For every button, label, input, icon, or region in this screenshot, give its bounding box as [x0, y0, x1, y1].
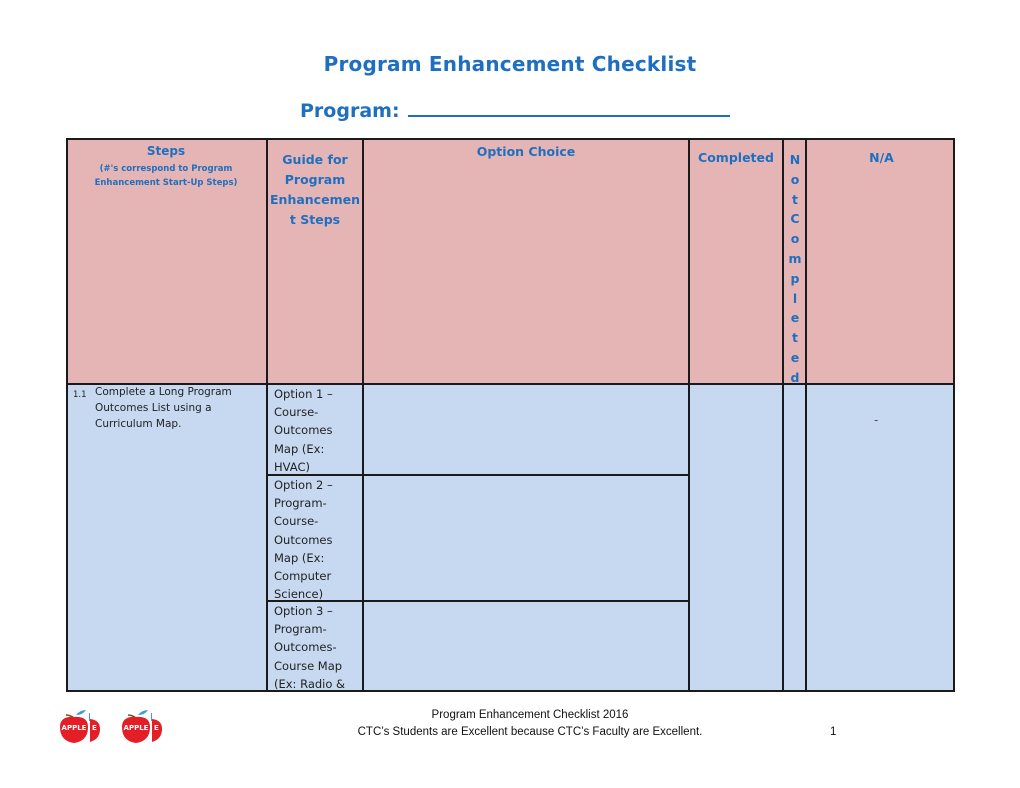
letter: o — [790, 231, 800, 247]
svg-text:E: E — [154, 724, 159, 732]
na-cell[interactable]: - — [874, 411, 878, 429]
header-completed: Completed — [698, 150, 774, 165]
letter: o — [790, 171, 800, 187]
option-line: Option 2 – — [274, 478, 333, 492]
option-line: Option 1 – — [274, 387, 333, 401]
program-label: Program: — [300, 100, 400, 122]
step-line: Outcomes List using a — [95, 402, 212, 414]
completed-cell[interactable] — [690, 385, 782, 690]
letter: l — [792, 290, 798, 306]
checklist-table: Steps (#'s correspond to Program Enhance… — [66, 138, 955, 692]
program-blank-input[interactable] — [407, 97, 730, 117]
guide-line: Enhancemen — [270, 192, 360, 207]
letter: e — [790, 349, 800, 365]
option-line: Program- — [274, 496, 327, 511]
svg-text:E: E — [92, 724, 97, 732]
option-line: Course Map — [274, 658, 343, 673]
option-line: Outcomes — [274, 423, 333, 438]
step-description: Complete a Long Program Outcomes List us… — [95, 384, 265, 432]
page-title: Program Enhancement Checklist — [323, 52, 697, 76]
option-line: HVAC) — [274, 459, 310, 474]
guide-line: Program — [284, 172, 346, 187]
step-number: 1.1 — [73, 390, 87, 400]
letter: e — [790, 310, 800, 326]
letter: N — [789, 152, 801, 167]
header-guide: Guide for Program Enhancemen t Steps — [268, 150, 362, 230]
not-completed-cell[interactable] — [784, 385, 805, 690]
header-steps-note: (#'s correspond to Program Enhancement S… — [66, 162, 266, 190]
option-line: Map (Ex: — [274, 550, 325, 565]
option-line: Map (Ex: — [274, 441, 325, 456]
option-line: Computer — [274, 569, 332, 584]
svg-text:APPLE: APPLE — [124, 724, 149, 732]
step-line: Complete a Long Program — [95, 386, 232, 398]
option-line: Outcomes — [274, 532, 333, 547]
letter: m — [788, 250, 802, 266]
apple-logo-icon: APPLE E APPLE E — [60, 710, 162, 743]
letter: p — [790, 270, 800, 286]
steps-note-line: (#'s correspond to Program — [99, 164, 233, 174]
header-not-completed: N o t C o m p l e t e d — [784, 150, 806, 388]
option-line: Course- — [274, 514, 319, 529]
step-line: Curriculum Map. — [95, 418, 182, 430]
header-steps: Steps — [146, 144, 186, 158]
letter: t — [792, 191, 798, 207]
letter: t — [792, 330, 798, 346]
option-3-choice-cell[interactable] — [364, 602, 688, 690]
page-number: 1 — [830, 726, 837, 738]
header-option-choice: Option Choice — [476, 144, 576, 159]
guide-line: t Steps — [289, 212, 341, 227]
option-2-choice-cell[interactable] — [364, 476, 688, 600]
option-line: Course- — [274, 405, 319, 420]
option-line: (Ex: Radio & — [274, 676, 346, 691]
footer-title: Program Enhancement Checklist 2016 — [431, 709, 629, 721]
option-line: Outcomes- — [274, 640, 337, 655]
option-line: Science) — [274, 587, 324, 602]
apple-logo-group: APPLE E APPLE E — [56, 709, 186, 749]
option-line: Program- — [274, 622, 327, 637]
option-1-guide: Option 1 – Course- Outcomes Map (Ex: HVA… — [274, 385, 362, 476]
letter: C — [790, 211, 800, 227]
option-2-guide: Option 2 – Program- Course- Outcomes Map… — [274, 476, 362, 603]
option-1-choice-cell[interactable] — [364, 385, 688, 474]
option-3-guide: Option 3 – Program- Outcomes- Course Map… — [274, 602, 362, 693]
program-field: Program: — [300, 97, 730, 122]
steps-note-line: Enhancement Start-Up Steps) — [94, 178, 238, 188]
guide-line: Guide for — [282, 152, 348, 167]
apple-logo-label: APPLE — [62, 724, 87, 732]
footer-motto: CTC’s Students are Excellent because CTC… — [357, 726, 703, 738]
header-na: N/A — [869, 150, 894, 165]
option-line: Option 3 – — [274, 604, 333, 618]
